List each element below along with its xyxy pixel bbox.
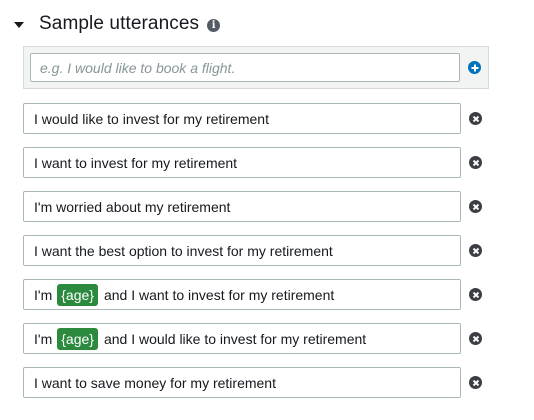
slot-chip[interactable]: {age}	[57, 283, 98, 306]
slot-chip[interactable]: {age}	[57, 327, 98, 350]
remove-utterance-icon[interactable]	[469, 376, 482, 389]
remove-utterance-icon[interactable]	[469, 244, 482, 257]
utterance-field[interactable]: I want the best option to invest for my …	[23, 235, 461, 266]
utterance-field[interactable]: I would like to invest for my retirement	[23, 103, 461, 134]
utterance-text: I would like to invest for my retirement	[34, 110, 269, 127]
utterance-field[interactable]: I'm {age} and I would like to invest for m…	[23, 323, 461, 354]
sample-utterances-panel: Sample utterances i I would like to inve…	[0, 0, 534, 420]
utterance-row: I want to save money for my retirement	[23, 367, 493, 399]
utterance-text: I'm	[34, 330, 53, 347]
remove-utterance-icon[interactable]	[469, 112, 482, 125]
add-utterance-icon[interactable]	[468, 61, 481, 74]
remove-utterance-icon[interactable]	[469, 200, 482, 213]
utterance-list: I would like to invest for my retirement…	[23, 103, 493, 411]
utterance-row: I'm {age} and I want to invest for my reti…	[23, 279, 493, 311]
utterance-field[interactable]: I want to invest for my retirement	[23, 147, 461, 178]
info-icon[interactable]: i	[207, 18, 221, 32]
utterance-field[interactable]: I'm {age} and I want to invest for my reti…	[23, 279, 461, 310]
utterance-row: I want the best option to invest for my …	[23, 235, 493, 267]
remove-utterance-icon[interactable]	[469, 156, 482, 169]
new-utterance-input[interactable]	[30, 53, 460, 82]
utterance-row: I'm {age} and I would like to invest for m…	[23, 323, 493, 355]
utterance-row: I'm worried about my retirement	[23, 191, 493, 223]
remove-utterance-icon[interactable]	[469, 288, 482, 301]
utterance-text: I want to invest for my retirement	[34, 154, 238, 171]
utterance-text-after: and I want to invest for my retirement	[103, 286, 335, 303]
utterance-text: I'm	[34, 286, 53, 303]
new-utterance-box	[23, 46, 489, 89]
utterance-text: I want to save money for my retirement	[34, 374, 276, 391]
utterance-text-after: and I would like to invest for my retire…	[103, 330, 367, 347]
utterance-field[interactable]: I want to save money for my retirement	[23, 367, 461, 398]
utterance-row: I want to invest for my retirement	[23, 147, 493, 179]
section-title: Sample utterances	[39, 13, 200, 34]
caret-down-icon[interactable]	[14, 22, 24, 28]
section-header-toggle[interactable]: Sample utterances i	[14, 10, 221, 38]
utterance-field[interactable]: I'm worried about my retirement	[23, 191, 461, 222]
utterance-text: I'm worried about my retirement	[34, 198, 231, 215]
utterance-row: I would like to invest for my retirement	[23, 103, 493, 135]
remove-utterance-icon[interactable]	[469, 332, 482, 345]
utterance-text: I want the best option to invest for my …	[34, 242, 333, 259]
